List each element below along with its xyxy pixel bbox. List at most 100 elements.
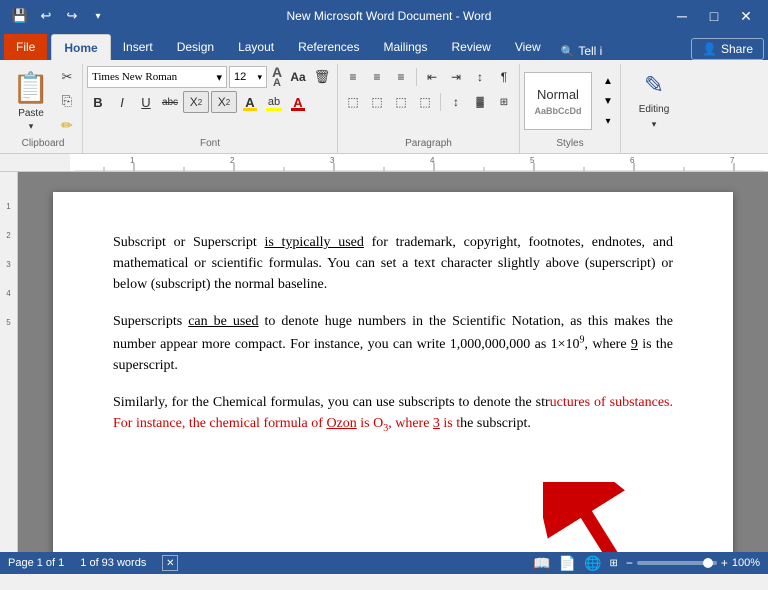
tab-home[interactable]: Home	[51, 34, 110, 60]
line-spacing-button[interactable]: ↕	[445, 91, 467, 113]
redo-button[interactable]: ↪	[60, 4, 84, 28]
paragraph-label: Paragraph	[405, 138, 452, 151]
copy-button[interactable]: ⎘	[56, 90, 78, 112]
customize-quick-access-button[interactable]: ▾	[86, 4, 110, 28]
font-size-adjust: A A	[269, 67, 285, 88]
ribbon: 📋 Paste ▾ ✂ ⎘ ✏ Clipboard Times New Roma…	[0, 60, 768, 154]
save-button[interactable]: 💾	[8, 4, 32, 28]
focus-mode-button[interactable]: ⊞	[609, 558, 617, 569]
paragraph-2: Superscripts can be used to denote huge …	[113, 311, 673, 376]
print-layout-button[interactable]: 📄	[559, 555, 576, 572]
superscript-button[interactable]: X2	[211, 91, 237, 113]
clipboard-group: 📋 Paste ▾ ✂ ⎘ ✏ Clipboard	[4, 64, 83, 153]
tab-layout[interactable]: Layout	[226, 34, 286, 60]
italic-button[interactable]: I	[111, 91, 133, 113]
zoom-out-button[interactable]: −	[626, 556, 633, 570]
document-area: 1 2 3 4 5 Subscript or Superscript is ty…	[0, 172, 768, 552]
font-name-dropdown[interactable]: Times New Roman ▾	[87, 66, 227, 88]
underline-button[interactable]: U	[135, 91, 157, 113]
borders-button[interactable]: ⊞	[493, 91, 515, 113]
subscript-button[interactable]: X2	[183, 91, 209, 113]
strikethrough-button[interactable]: abc	[159, 91, 181, 113]
shading-button[interactable]: ▓	[469, 91, 491, 113]
align-right-button[interactable]: ⬚	[390, 91, 412, 113]
tab-insert[interactable]: Insert	[111, 34, 165, 60]
decrease-indent-button[interactable]: ⇤	[421, 66, 443, 88]
svg-text:1: 1	[130, 156, 135, 165]
editing-button[interactable]: ✎ Editing ▾	[625, 66, 683, 134]
numbered-list-button[interactable]: ≡	[366, 66, 388, 88]
styles-more-button[interactable]: ▾	[600, 113, 616, 129]
web-layout-button[interactable]: 🌐	[584, 555, 601, 572]
clipboard-label: Clipboard	[22, 138, 65, 151]
svg-text:5: 5	[530, 156, 535, 165]
cut-button[interactable]: ✂	[56, 66, 78, 88]
title-bar: 💾 ↩ ↪ ▾ New Microsoft Word Document - Wo…	[0, 0, 768, 32]
font-group: Times New Roman ▾ 12 ▾ A A Aa 🗑 B I U ab…	[83, 64, 338, 153]
font-size-dropdown[interactable]: 12 ▾	[229, 66, 267, 88]
tab-design[interactable]: Design	[165, 34, 226, 60]
undo-button[interactable]: ↩	[34, 4, 58, 28]
zoom-control: − + 100%	[626, 556, 760, 570]
tab-review[interactable]: Review	[439, 34, 502, 60]
paragraph-1: Subscript or Superscript is typically us…	[113, 232, 673, 295]
maximize-button[interactable]: □	[700, 2, 728, 30]
styles-scroll-up-button[interactable]: ▲	[600, 73, 616, 89]
page-indicator: Page 1 of 1	[8, 557, 64, 569]
styles-gallery[interactable]: Normal AaBbCcDd	[524, 72, 592, 130]
zoom-level: 100%	[732, 557, 760, 569]
document-page[interactable]: Subscript or Superscript is typically us…	[53, 192, 733, 552]
svg-text:3: 3	[330, 156, 335, 165]
font-row-1: Times New Roman ▾ 12 ▾ A A Aa 🗑	[87, 66, 333, 88]
minimize-button[interactable]: ─	[668, 2, 696, 30]
paragraph-row-1: ≡ ≡ ≡ ⇤ ⇥ ↕ ¶	[342, 66, 515, 88]
svg-text:6: 6	[630, 156, 635, 165]
paragraph-group-content: ≡ ≡ ≡ ⇤ ⇥ ↕ ¶ ⬚ ⬚ ⬚ ⬚ ↕ ▓ ⊞	[342, 66, 515, 136]
window-title: New Microsoft Word Document - Word	[110, 9, 668, 23]
share-button[interactable]: 👤 Share	[691, 38, 764, 60]
show-hide-button[interactable]: ¶	[493, 66, 515, 88]
align-center-button[interactable]: ⬚	[366, 91, 388, 113]
word-count: 1 of 93 words	[80, 557, 146, 569]
tab-mailings[interactable]: Mailings	[371, 34, 439, 60]
tell-me-input[interactable]: 🔍 Tell i	[553, 42, 611, 60]
styles-scroll-down-button[interactable]: ▼	[600, 93, 616, 109]
font-label: Font	[200, 138, 220, 151]
multilevel-list-button[interactable]: ≡	[390, 66, 412, 88]
zoom-in-button[interactable]: +	[721, 556, 728, 570]
shrink-font-button[interactable]: A	[269, 78, 285, 88]
grow-font-button[interactable]: A	[269, 67, 285, 77]
bullets-button[interactable]: ≡	[342, 66, 364, 88]
change-case-button[interactable]: Aa	[287, 66, 309, 88]
increase-indent-button[interactable]: ⇥	[445, 66, 467, 88]
font-color-alt-button[interactable]: A	[287, 91, 309, 113]
ruler-marks: 1 2 3 4 5 6 7	[74, 155, 764, 171]
font-color-button[interactable]: A	[239, 91, 261, 113]
close-button[interactable]: ✕	[732, 2, 760, 30]
ruler-body: 1 2 3 4 5 6 7	[70, 154, 768, 171]
align-left-button[interactable]: ⬚	[342, 91, 364, 113]
page-wrapper: Subscript or Superscript is typically us…	[18, 172, 768, 552]
styles-label: Styles	[556, 138, 583, 151]
sort-button[interactable]: ↕	[469, 66, 491, 88]
format-painter-button[interactable]: ✏	[56, 114, 78, 136]
paragraph-3: Similarly, for the Chemical formulas, yo…	[113, 392, 673, 436]
read-mode-button[interactable]: 📖	[533, 555, 550, 572]
paragraph-row-2: ⬚ ⬚ ⬚ ⬚ ↕ ▓ ⊞	[342, 91, 515, 113]
tab-references[interactable]: References	[286, 34, 371, 60]
styles-group: Normal AaBbCcDd ▲ ▼ ▾ Styles	[520, 64, 621, 153]
tab-file[interactable]: File	[4, 34, 47, 60]
styles-group-content: Normal AaBbCcDd ▲ ▼ ▾	[524, 66, 616, 136]
tab-view[interactable]: View	[503, 34, 553, 60]
bold-button[interactable]: B	[87, 91, 109, 113]
arrow-annotation	[543, 482, 673, 552]
vertical-ruler: 1 2 3 4 5	[0, 172, 18, 552]
highlight-color-button[interactable]: ab	[263, 91, 285, 113]
track-changes-button[interactable]: ✕	[162, 555, 178, 571]
font-row-2: B I U abc X2 X2 A ab A	[87, 91, 309, 113]
svg-text:7: 7	[730, 156, 735, 165]
clear-format-button[interactable]: 🗑	[311, 66, 333, 88]
zoom-slider[interactable]	[637, 561, 717, 565]
paste-button[interactable]: 📋 Paste ▾	[8, 66, 54, 136]
justify-button[interactable]: ⬚	[414, 91, 436, 113]
